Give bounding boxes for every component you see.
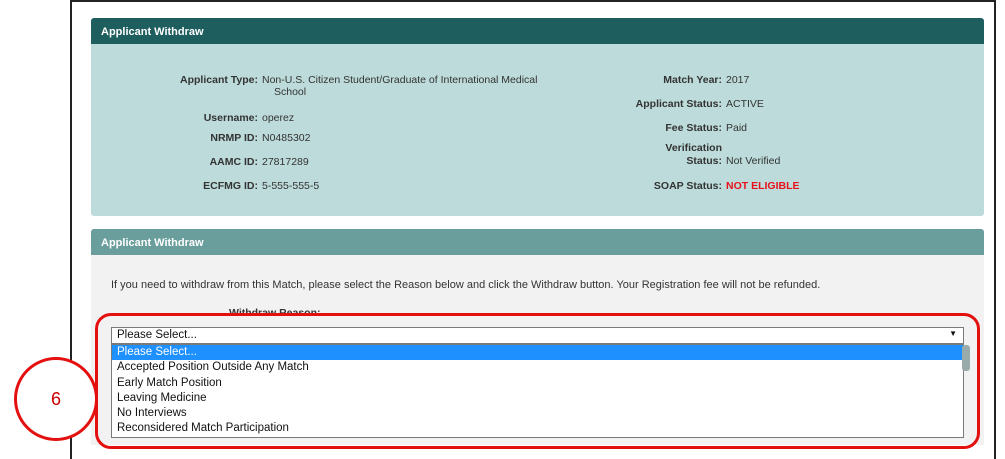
- ecfmg-id-row: ECFMG ID: 5-555-555-5: [203, 180, 320, 192]
- nrmp-id-value: N0485302: [262, 132, 311, 144]
- applicant-type-label: Applicant Type:: [180, 74, 258, 86]
- username-value: operez: [262, 112, 295, 124]
- username-label: Username:: [203, 112, 258, 124]
- soap-status-label: SOAP Status:: [653, 180, 722, 192]
- applicant-withdraw-header: Applicant Withdraw: [91, 18, 984, 44]
- nrmp-id-label: NRMP ID:: [210, 132, 258, 144]
- annotation-highlight-box: [95, 313, 980, 449]
- withdraw-section-header: Applicant Withdraw: [91, 229, 984, 255]
- applicant-type-value-line1: Non-U.S. Citizen Student/Graduate of Int…: [262, 74, 538, 86]
- nrmp-id-row: NRMP ID: N0485302: [210, 132, 311, 144]
- applicant-type-row: Applicant Type: Non-U.S. Citizen Student…: [180, 74, 538, 98]
- applicant-status-value: ACTIVE: [726, 98, 764, 110]
- ecfmg-id-label: ECFMG ID:: [203, 180, 258, 192]
- fee-status-label: Fee Status:: [665, 122, 722, 134]
- applicant-status-label: Applicant Status:: [635, 98, 722, 110]
- match-year-label: Match Year:: [663, 74, 722, 86]
- fee-status-value: Paid: [726, 122, 748, 134]
- username-row: Username: operez: [204, 112, 295, 124]
- verification-status-row-2: Status: Not Verified: [686, 155, 781, 167]
- applicant-status-row: Applicant Status: ACTIVE: [636, 98, 764, 110]
- ecfmg-id-value: 5-555-555-5: [262, 180, 320, 192]
- match-year-row: Match Year: 2017: [663, 74, 750, 86]
- applicant-info-panel: Applicant Type: Non-U.S. Citizen Student…: [91, 44, 984, 216]
- aamc-id-label: AAMC ID:: [209, 156, 258, 168]
- aamc-id-row: AAMC ID: 27817289: [210, 156, 309, 168]
- fee-status-row: Fee Status: Paid: [665, 122, 748, 134]
- step-number: 6: [50, 388, 61, 409]
- soap-status-row: SOAP Status: NOT ELIGIBLE: [654, 180, 800, 192]
- applicant-type-value-line2: School: [274, 86, 307, 98]
- verification-label-line1: Verification: [665, 142, 722, 154]
- verification-label-line2: Status:: [686, 155, 722, 167]
- withdraw-instructions: If you need to withdraw from this Match,…: [111, 279, 821, 291]
- verification-status-value: Not Verified: [726, 155, 781, 167]
- soap-status-value: NOT ELIGIBLE: [726, 180, 800, 192]
- match-year-value: 2017: [726, 74, 750, 86]
- aamc-id-value: 27817289: [262, 156, 309, 168]
- annotation-step-badge: 6: [14, 357, 98, 441]
